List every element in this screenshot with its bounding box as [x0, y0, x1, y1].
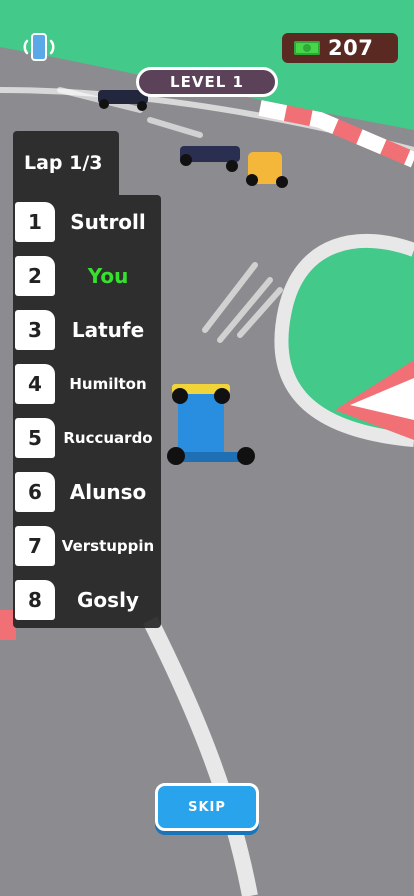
race-standings-panel: Lap 1/3 1 Sutroll 2 You 3 Latufe 4 Humil…: [13, 131, 161, 628]
cash-amount: 207: [328, 36, 374, 60]
position-number: 5: [15, 418, 55, 458]
rival-car-yellow: [246, 152, 288, 188]
standings-row: 3 Latufe: [13, 308, 161, 352]
driver-name-player: You: [87, 264, 129, 288]
cash-icon: [294, 41, 320, 55]
position-number: 1: [15, 202, 55, 242]
standings-row: 5 Ruccuardo: [13, 416, 161, 460]
driver-name: Alunso: [69, 480, 147, 504]
standings-board: 1 Sutroll 2 You 3 Latufe 4 Humilton 5 Ru…: [13, 195, 161, 628]
position-number: 7: [15, 526, 55, 566]
level-indicator: LEVEL 1: [136, 67, 278, 97]
standings-row-player: 2 You: [13, 254, 161, 298]
position-number: 8: [15, 580, 55, 620]
standings-row: 4 Humilton: [13, 362, 161, 406]
position-number: 3: [15, 310, 55, 350]
phone-vibrate-icon: [23, 33, 55, 61]
cash-counter: 207: [282, 33, 398, 63]
lap-counter: Lap 1/3: [13, 131, 119, 195]
vibrate-toggle-button[interactable]: [22, 32, 56, 62]
driver-name: Verstuppin: [61, 537, 155, 555]
position-number: 2: [15, 256, 55, 296]
position-number: 4: [15, 364, 55, 404]
standings-row: 1 Sutroll: [13, 200, 161, 244]
standings-row: 8 Gosly: [13, 578, 161, 622]
driver-name: Latufe: [71, 318, 145, 342]
standings-row: 6 Alunso: [13, 470, 161, 514]
driver-name: Sutroll: [70, 210, 146, 234]
standings-row: 7 Verstuppin: [13, 524, 161, 568]
driver-name: Gosly: [77, 588, 139, 612]
position-number: 6: [15, 472, 55, 512]
driver-name: Ruccuardo: [63, 429, 153, 447]
driver-name: Humilton: [69, 375, 147, 393]
skip-button[interactable]: SKIP: [155, 783, 259, 831]
